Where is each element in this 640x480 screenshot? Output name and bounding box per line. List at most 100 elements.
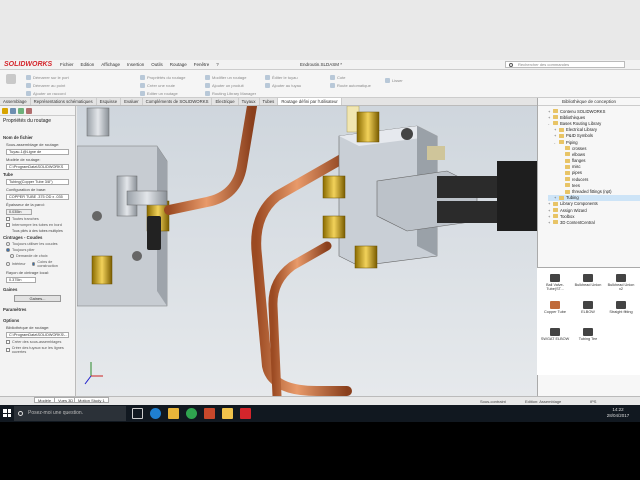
status-units[interactable]: IPS xyxy=(590,399,596,404)
library-field[interactable]: C:\ProgramData\SOLIDWORKS\... xyxy=(6,332,69,338)
dim-expert-icon[interactable] xyxy=(26,108,32,114)
command-search-input[interactable]: Rechercher des commandes xyxy=(505,61,625,68)
ribbon-tab[interactable]: Compléments de SOLIDWORKS xyxy=(143,98,213,105)
ribbon-button[interactable]: Lisser xyxy=(385,78,403,83)
template-field[interactable]: C:\ProgramData\SOLIDWORKS xyxy=(6,164,69,170)
library-part[interactable]: Copper Tube xyxy=(540,301,570,314)
folder-icon xyxy=(559,127,564,132)
base-config-select[interactable]: COPPER TUBE .375 OD x .035 xyxy=(6,194,69,200)
explorer-folder-icon[interactable] xyxy=(222,408,233,419)
expand-toggle-icon[interactable]: + xyxy=(548,115,551,120)
edge-browser-icon[interactable] xyxy=(150,408,161,419)
ribbon-button[interactable]: Route automatique xyxy=(330,83,371,88)
chrome-icon[interactable] xyxy=(186,408,197,419)
menu-item[interactable]: Routage xyxy=(170,62,187,67)
ribbon-tab[interactable]: Electrique xyxy=(212,98,239,105)
ribbon-command-icon xyxy=(205,91,210,96)
opt-open-lines[interactable]: Créer des tuyaux sur les lignes ouvertes xyxy=(0,345,75,355)
menu-item[interactable]: Fichier xyxy=(60,62,74,67)
config-manager-icon[interactable] xyxy=(18,108,24,114)
thickness-label: Épaisseur de la paroi: xyxy=(6,202,45,207)
expand-toggle-icon[interactable]: + xyxy=(548,220,551,225)
ribbon-button[interactable]: Cote xyxy=(330,75,345,80)
menu-item[interactable]: Fenêtre xyxy=(194,62,210,67)
section-covering[interactable]: Gaines xyxy=(0,286,75,293)
taskbar-search-input[interactable]: Posez-moi une question. xyxy=(14,406,126,421)
template-label: Modèle de routage: xyxy=(6,157,41,162)
section-options[interactable]: Options xyxy=(0,317,75,324)
file-explorer-icon[interactable] xyxy=(168,408,179,419)
powerpoint-icon[interactable] xyxy=(204,408,215,419)
expand-toggle-icon[interactable]: + xyxy=(548,201,551,206)
library-tree: + Contenu SOLIDWORKS + Bibliothèques - Bases … xyxy=(538,108,640,226)
ribbon-button[interactable]: Ajouter au tuyau xyxy=(265,83,301,88)
ribbon-button[interactable]: Propriétés du routage xyxy=(140,75,185,80)
ribbon-tab[interactable]: Assemblage xyxy=(0,98,31,105)
ribbon-button[interactable]: Editer un routage xyxy=(140,91,178,96)
solidworks-taskbar-icon[interactable] xyxy=(240,408,251,419)
expand-toggle-icon[interactable]: + xyxy=(554,195,557,200)
ribbon-tab[interactable]: Représentations schématiques xyxy=(31,98,97,105)
expand-toggle-icon[interactable]: + xyxy=(554,127,557,132)
library-part[interactable]: Bulkhead Union xyxy=(573,274,603,287)
covering-button[interactable]: Gaines... xyxy=(14,295,61,302)
ribbon-tab[interactable]: Esquisse xyxy=(97,98,122,105)
right-valve-block[interactable] xyxy=(322,106,537,269)
library-part[interactable]: Ball Valve-Tube(ST... xyxy=(540,274,570,291)
library-part[interactable]: Straight fitting xyxy=(606,301,636,314)
tube-field[interactable]: Tubing(Copper Tube 3/8") xyxy=(6,179,69,185)
solidworks-logo[interactable]: SOLIDWORKS xyxy=(4,61,52,68)
model-tab[interactable]: Motion Study 1 xyxy=(74,397,109,403)
task-view-icon[interactable] xyxy=(132,408,143,419)
ribbon-button[interactable]: Modifier un routage xyxy=(205,75,246,80)
menu-item[interactable]: Outils xyxy=(151,62,163,67)
library-part[interactable]: ELBOW xyxy=(573,301,603,314)
ribbon-button[interactable]: Éditer le tuyau xyxy=(265,75,298,80)
thickness-field[interactable]: 0.035in xyxy=(6,209,32,215)
menu-item[interactable]: ? xyxy=(216,62,219,67)
ribbon-tab[interactable]: Routage défini par l'utilisateur xyxy=(278,98,342,105)
sub-assembly-field[interactable]: Tuyau-1@Ligne de xyxy=(6,149,69,155)
menu-item[interactable]: Affichage xyxy=(101,62,120,67)
ribbon-button[interactable]: Démarrer au point xyxy=(26,83,65,88)
ribbon-tab[interactable]: Evaluer xyxy=(121,98,143,105)
ribbon-tab[interactable]: Tubes xyxy=(260,98,279,105)
ribbon-button[interactable]: Créer une route xyxy=(140,83,175,88)
ribbon-tab[interactable]: Tuyaux xyxy=(239,98,260,105)
expand-toggle-icon[interactable]: - xyxy=(554,140,557,145)
part-thumbnail-icon xyxy=(616,274,626,282)
ribbon-button[interactable]: Routing Library Manager xyxy=(205,91,256,96)
feature-tree-icon[interactable] xyxy=(2,108,8,114)
route-icon[interactable] xyxy=(4,74,18,90)
graphics-viewport[interactable] xyxy=(77,106,537,396)
expand-toggle-icon[interactable]: + xyxy=(554,133,557,138)
property-manager-icon[interactable] xyxy=(10,108,16,114)
section-filename[interactable]: Nom de fichier xyxy=(0,134,75,141)
folder-icon xyxy=(559,195,564,200)
section-tube[interactable]: Tube xyxy=(0,171,75,178)
menu-item[interactable]: Insertion xyxy=(127,62,144,67)
left-valve-block[interactable] xyxy=(77,107,170,307)
menu-item[interactable]: Edition xyxy=(81,62,95,67)
library-part[interactable]: Tubing Tee xyxy=(573,328,603,341)
design-library-title: Bibliothèque de conception xyxy=(538,98,640,106)
windows-start-icon[interactable] xyxy=(3,409,11,417)
model-tab[interactable]: Modèle xyxy=(34,397,56,403)
library-part[interactable]: SWGAT ELBOW xyxy=(540,328,570,341)
ribbon-button[interactable]: Ajouter un produit xyxy=(205,83,244,88)
section-parameters[interactable]: Paramètres xyxy=(0,306,75,313)
expand-toggle-icon[interactable]: + xyxy=(548,208,551,213)
expand-toggle-icon[interactable]: - xyxy=(548,121,551,126)
expand-toggle-icon[interactable]: + xyxy=(548,214,551,219)
system-clock[interactable]: 14:22 28/04/2017 xyxy=(600,407,636,419)
expand-toggle-icon[interactable]: + xyxy=(548,109,551,114)
library-part[interactable]: Bulkhead Union x2 xyxy=(606,274,636,291)
radio-inner[interactable]: Intérieur Coins de construction xyxy=(0,259,75,269)
section-bending[interactable]: Cintrages - Coudes xyxy=(0,234,75,241)
library-tree-item[interactable]: +3D ContentCentral xyxy=(548,219,640,225)
ribbon-button[interactable]: Démarrer sur le port xyxy=(26,75,69,80)
ribbon-button[interactable]: Ajouter un raccord xyxy=(26,91,66,96)
bend-radius-field[interactable]: 0.375in xyxy=(6,277,36,283)
ribbon-command-icon xyxy=(26,75,31,80)
ribbon-command-icon xyxy=(265,75,270,80)
